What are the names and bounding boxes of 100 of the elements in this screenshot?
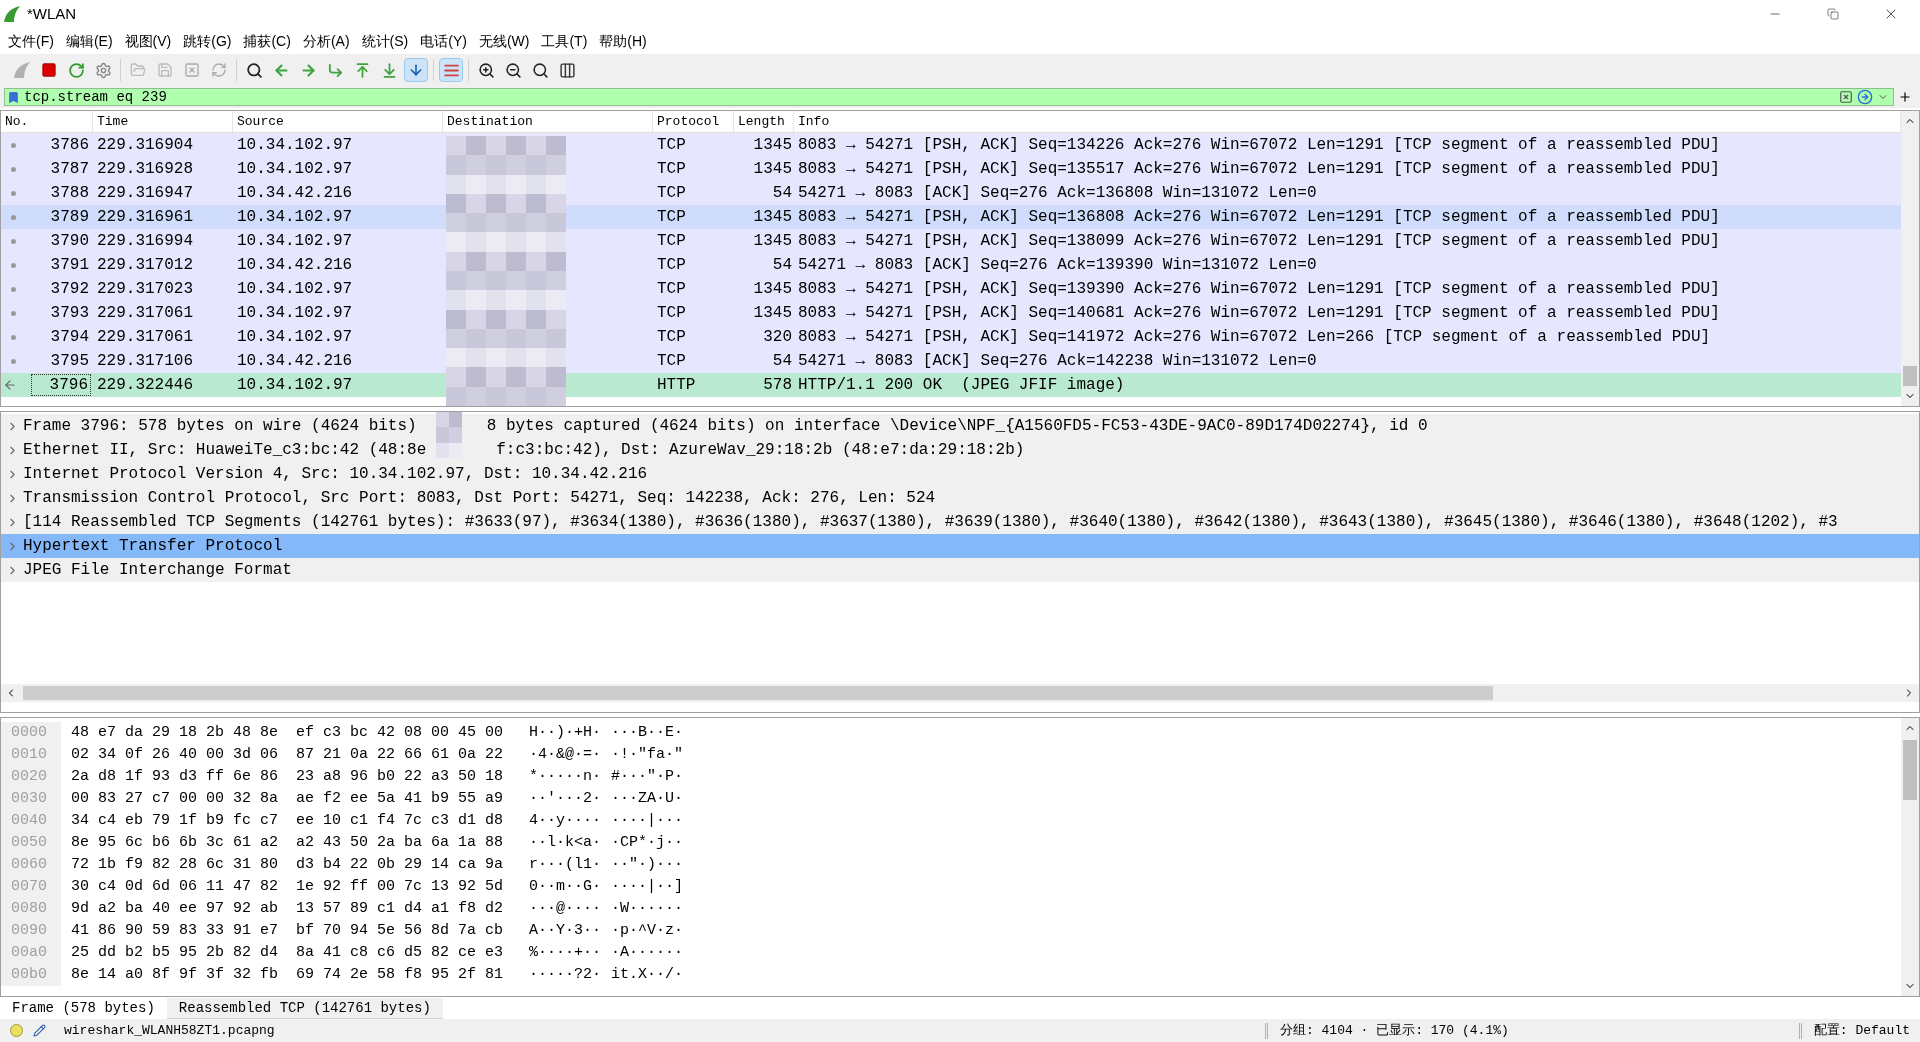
apply-icon[interactable] xyxy=(1857,89,1873,105)
packet-row[interactable]: 3796 229.322446 10.34.102.97 HTTP 578 HTTP/1.1 200 OK (JPEG JFIF image) xyxy=(1,373,1901,397)
packet-row[interactable]: 3790 229.316994 10.34.102.97 TCP 1345 8083 → 54271 [PSH, ACK] Seq=138099 Ack=276 Win=67072 Len=1291 [TCP segment of a reassembled PDU] xyxy=(1,229,1901,253)
table-cell-text: 10.34.102.97 xyxy=(236,327,354,348)
autoscroll-icon[interactable] xyxy=(404,58,428,82)
table-cell-text: TCP xyxy=(656,231,687,252)
table-cell-text: 3795 xyxy=(49,351,90,372)
colorize-icon[interactable] xyxy=(439,58,463,82)
edit-comment-icon[interactable] xyxy=(33,1024,46,1037)
packet-row[interactable]: 3791 229.317012 10.34.42.216 TCP 54 54271 → 8083 [ACK] Seq=276 Ack=139390 Win=131072 Len=0 xyxy=(1,253,1901,277)
vertical-scrollbar[interactable] xyxy=(1901,718,1919,996)
hex-bytes: 00 83 27 c7 00 00 32 8a xyxy=(71,788,279,809)
table-cell-text: 229.317061 xyxy=(96,327,194,348)
scroll-thumb[interactable] xyxy=(1903,740,1917,800)
table-cell-text: 1345 xyxy=(752,231,793,252)
horizontal-scrollbar[interactable] xyxy=(1,684,1919,702)
display-filter-field[interactable]: tcp.stream eq 239 xyxy=(4,88,1894,106)
table-cell-text: 54 xyxy=(771,255,793,276)
menu-item[interactable]: 电话(Y) xyxy=(414,30,473,52)
hex-bytes: ee 10 c1 f4 7c c3 d1 d8 xyxy=(296,810,504,831)
ascii-bytes: *·····n· xyxy=(529,766,602,787)
packet-row[interactable]: 3787 229.316928 10.34.102.97 TCP 1345 8083 → 54271 [PSH, ACK] Seq=135517 Ack=276 Win=67072 Len=1291 [TCP segment of a reassembled PDU] xyxy=(1,157,1901,181)
menu-item[interactable]: 无线(W) xyxy=(472,30,536,52)
hex-offset: 0090 xyxy=(1,920,61,942)
table-cell-text: 8083 → 54271 [PSH, ACK] Seq=135517 Ack=276 Win=67072 Len=1291 [TCP segment of a reassembled PDU] xyxy=(797,159,1721,180)
packet-row[interactable]: 3794 229.317061 10.34.102.97 TCP 320 8083 → 54271 [PSH, ACK] Seq=141972 Ack=276 Win=67072 Len=266 [TCP segment of a reassembled PDU] xyxy=(1,325,1901,349)
hex-offset: 00a0 xyxy=(1,942,61,964)
menu-item[interactable]: 编辑(E) xyxy=(59,30,119,52)
table-cell-text: 1345 xyxy=(752,159,793,180)
table-cell-text: TCP xyxy=(656,303,687,324)
related-packet-icon xyxy=(11,214,16,220)
column-header[interactable]: Time xyxy=(93,111,233,132)
menu-item[interactable]: 分析(A) xyxy=(296,30,356,52)
menu-item[interactable]: 视图(V) xyxy=(118,30,178,52)
scroll-thumb[interactable] xyxy=(23,686,1493,700)
detail-row[interactable]: Transmission Control Protocol, Src Port: 8083, Dst Port: 54271, Seq: 142238, Ack: 276, Len: 524 xyxy=(1,486,1919,510)
hex-bytes: 87 21 0a 22 66 61 0a 22 xyxy=(296,744,504,765)
ascii-bytes: ·CP*·j·· xyxy=(611,832,684,853)
table-cell-text: 1345 xyxy=(752,207,793,228)
hex-bytes: 9d a2 ba 40 ee 97 92 ab xyxy=(71,898,279,919)
packet-row[interactable]: 3795 229.317106 10.34.42.216 TCP 54 54271 → 8083 [ACK] Seq=276 Ack=142238 Win=131072 Len=0 xyxy=(1,349,1901,373)
add-filter-icon[interactable] xyxy=(1898,90,1912,104)
hex-offset: 0030 xyxy=(1,788,61,810)
detail-row[interactable]: [114 Reassembled TCP Segments (142761 bytes): #3633(97), #3634(1380), #3636(1380), #3637(1380), #3639(1380), #3640(1380), #3642(1380), #3643(1380), #3645(1380), #3646(1380), #3648(1202), #3 xyxy=(1,510,1919,534)
hex-offset: 00b0 xyxy=(1,964,61,986)
table-cell-text: TCP xyxy=(656,135,687,156)
menu-item[interactable]: 帮助(H) xyxy=(593,30,653,52)
detail-row[interactable]: Internet Protocol Version 4, Src: 10.34.102.97, Dst: 10.34.42.216 xyxy=(1,462,1919,486)
table-cell-text: 1345 xyxy=(752,279,793,300)
ascii-bytes: #···"·P· xyxy=(611,766,684,787)
menu-item[interactable]: 文件(F) xyxy=(2,30,60,52)
column-header[interactable]: Length xyxy=(734,111,794,132)
column-header[interactable]: Destination xyxy=(443,111,653,132)
bytes-tab[interactable]: Reassembled TCP (142761 bytes) xyxy=(166,998,443,1019)
ascii-bytes: r···(l1· xyxy=(529,854,602,875)
table-cell-text: 3791 xyxy=(49,255,90,276)
ascii-bytes: ·4·&@·=· xyxy=(529,744,602,765)
menu-item[interactable]: 统计(S) xyxy=(355,30,415,52)
table-cell-text: 8083 → 54271 [PSH, ACK] Seq=139390 Ack=276 Win=67072 Len=1291 [TCP segment of a reassembled PDU] xyxy=(797,279,1721,300)
column-header[interactable]: Source xyxy=(233,111,443,132)
ascii-bytes: ··'···2· xyxy=(529,788,602,809)
table-cell-text: 54 xyxy=(771,351,793,372)
table-cell-text: 229.317061 xyxy=(96,303,194,324)
scroll-thumb[interactable] xyxy=(1903,366,1917,386)
table-cell-text: 1345 xyxy=(752,303,793,324)
bookmark-icon[interactable] xyxy=(7,90,20,104)
clear-icon[interactable] xyxy=(1839,90,1853,104)
menu-item[interactable]: 捕获(C) xyxy=(237,30,297,52)
column-header[interactable]: Protocol xyxy=(653,111,734,132)
hex-bytes: 69 74 2e 58 f8 95 2f 81 xyxy=(296,964,504,985)
table-cell-text: 10.34.102.97 xyxy=(236,135,354,156)
packet-row[interactable]: 3788 229.316947 10.34.42.216 TCP 54 54271 → 8083 [ACK] Seq=276 Ack=136808 Win=131072 Len=0 xyxy=(1,181,1901,205)
detail-row[interactable]: Hypertext Transfer Protocol xyxy=(1,534,1919,558)
table-cell-text: 10.34.42.216 xyxy=(236,183,354,204)
packet-row[interactable]: 3786 229.316904 10.34.102.97 TCP 1345 8083 → 54271 [PSH, ACK] Seq=134226 Ack=276 Win=67072 Len=1291 [TCP segment of a reassembled PDU] xyxy=(1,133,1901,157)
packet-row[interactable]: 3792 229.317023 10.34.102.97 TCP 1345 8083 → 54271 [PSH, ACK] Seq=139390 Ack=276 Win=67072 Len=1291 [TCP segment of a reassembled PDU] xyxy=(1,277,1901,301)
packet-row[interactable]: 3789 229.316961 10.34.102.97 TCP 1345 8083 → 54271 [PSH, ACK] Seq=136808 Ack=276 Win=67072 Len=1291 [TCP segment of a reassembled PDU] xyxy=(1,205,1901,229)
detail-row[interactable]: JPEG File Interchange Format xyxy=(1,558,1919,582)
redaction-mosaic xyxy=(436,412,462,458)
table-cell-text: 10.34.42.216 xyxy=(236,351,354,372)
hex-bytes: 1e 92 ff 00 7c 13 92 5d xyxy=(296,876,504,897)
ascii-bytes: %····+·· xyxy=(529,942,602,963)
hex-bytes: d3 b4 22 0b 29 14 ca 9a xyxy=(296,854,504,875)
hex-bytes: 25 dd b2 b5 95 2b 82 d4 xyxy=(71,942,279,963)
vertical-scrollbar[interactable] xyxy=(1901,111,1919,406)
detail-text: [114 Reassembled TCP Segments (142761 bytes): #3633(97), #3634(1380), #3636(1380), #3637(1380), #3639(1380), #3640(1380), #3642(1380), #3643(1380), #3645(1380), #3646(1380), #3648(1202), #3 xyxy=(23,512,1838,533)
detail-row[interactable]: Ethernet II, Src: HuaweiTe_c3:bc:42 (48:8e f:c3:bc:42), Dst: AzureWav_29:18:2b (48:e7:da:29:18:2b) xyxy=(1,438,1919,462)
menu-item[interactable]: 工具(T) xyxy=(535,30,594,52)
detail-row[interactable]: Frame 3796: 578 bytes on wire (4624 bits) 8 bytes captured (4624 bits) on interface \Device\NPF_{A1560FD5-FC53-43DE-9AC0-89D174D02274}, id 0 xyxy=(1,414,1919,438)
table-cell-text: 229.316961 xyxy=(96,207,194,228)
hex-offset: 0080 xyxy=(1,898,61,920)
table-cell-text: 8083 → 54271 [PSH, ACK] Seq=138099 Ack=276 Win=67072 Len=1291 [TCP segment of a reassembled PDU] xyxy=(797,231,1721,252)
window-title: *WLAN xyxy=(27,3,77,24)
hex-bytes: ae f2 ee 5a 41 b9 55 a9 xyxy=(296,788,504,809)
shark-fin-icon xyxy=(3,5,21,23)
column-header[interactable]: No. xyxy=(1,111,93,132)
menu-item[interactable]: 跳转(G) xyxy=(177,30,238,52)
packet-row[interactable]: 3793 229.317061 10.34.102.97 TCP 1345 8083 → 54271 [PSH, ACK] Seq=140681 Ack=276 Win=67072 Len=1291 [TCP segment of a reassembled PDU] xyxy=(1,301,1901,325)
hex-bytes: ef c3 bc 42 08 00 45 00 xyxy=(296,722,504,743)
table-cell-text: 3792 xyxy=(49,279,90,300)
